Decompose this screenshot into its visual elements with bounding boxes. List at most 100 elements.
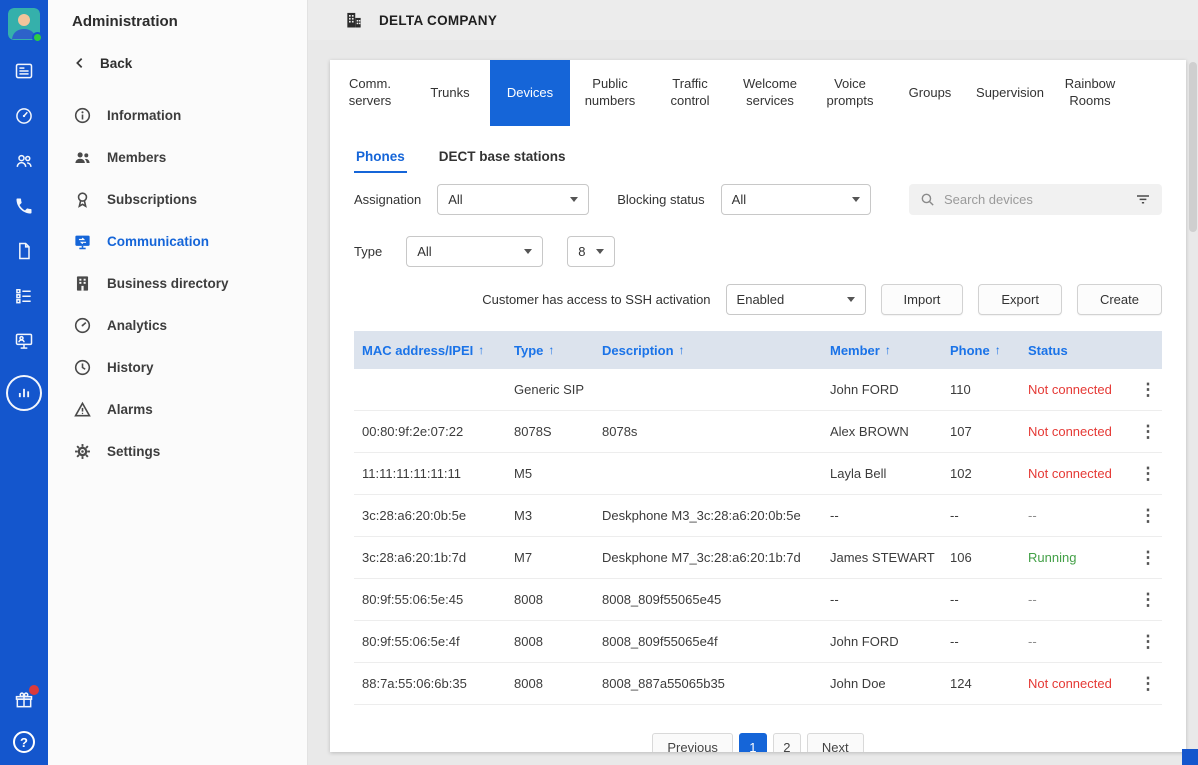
column-label: Phone bbox=[950, 343, 990, 358]
tab-groups[interactable]: Groups bbox=[890, 60, 970, 126]
column-header-type[interactable]: Type↑ bbox=[506, 343, 594, 358]
sidebar-item-members[interactable]: Members bbox=[48, 136, 307, 178]
column-header-description[interactable]: Description ↑ bbox=[594, 343, 822, 358]
history-icon bbox=[72, 357, 92, 377]
tab-voice-prompts[interactable]: Voice prompts bbox=[810, 60, 890, 126]
filter-icon[interactable] bbox=[1134, 190, 1152, 208]
company-header: DELTA COMPANY bbox=[308, 0, 1198, 40]
files-icon[interactable] bbox=[13, 240, 35, 262]
tab-trunks[interactable]: Trunks bbox=[410, 60, 490, 126]
contacts-icon[interactable] bbox=[13, 150, 35, 172]
feed-icon[interactable] bbox=[13, 60, 35, 82]
blocking-status-label: Blocking status bbox=[617, 192, 704, 207]
warning-icon bbox=[72, 399, 92, 419]
cell-phone: 102 bbox=[942, 466, 1020, 481]
row-menu-button[interactable]: ⋮ bbox=[1134, 502, 1162, 530]
cell-phone: -- bbox=[942, 508, 1020, 523]
assignation-select[interactable]: All bbox=[437, 184, 589, 215]
info-icon bbox=[72, 105, 92, 125]
tab-traffic-control[interactable]: Traffic control bbox=[650, 60, 730, 126]
cell-mac: 80:9f:55:06:5e:4f bbox=[354, 634, 506, 649]
cell-phone: 124 bbox=[942, 676, 1020, 691]
communication-icon bbox=[72, 231, 92, 251]
calls-icon[interactable] bbox=[13, 195, 35, 217]
row-menu-button[interactable]: ⋮ bbox=[1134, 544, 1162, 572]
ssh-access-label: Customer has access to SSH activation bbox=[482, 292, 710, 307]
gift-icon[interactable] bbox=[13, 689, 35, 711]
pagination-next-button[interactable]: Next bbox=[807, 733, 864, 752]
notification-dot bbox=[29, 685, 39, 695]
tab-rainbow-rooms[interactable]: Rainbow Rooms bbox=[1050, 60, 1130, 126]
search-input[interactable] bbox=[944, 192, 1126, 207]
help-icon[interactable]: ? bbox=[13, 731, 35, 753]
column-label: Description bbox=[602, 343, 674, 358]
column-header-status[interactable]: Status bbox=[1020, 343, 1124, 358]
sidebar-item-business-directory[interactable]: Business directory bbox=[48, 262, 307, 304]
row-menu-button[interactable]: ⋮ bbox=[1134, 628, 1162, 656]
sort-asc-icon: ↑ bbox=[679, 343, 685, 357]
create-button[interactable]: Create bbox=[1077, 284, 1162, 315]
sidebar-item-subscriptions[interactable]: Subscriptions bbox=[48, 178, 307, 220]
back-button[interactable]: Back bbox=[48, 42, 307, 84]
row-menu-button[interactable]: ⋮ bbox=[1134, 586, 1162, 614]
tab-public-numbers[interactable]: Public numbers bbox=[570, 60, 650, 126]
cell-member: James STEWART bbox=[822, 550, 942, 565]
tab-comm-servers[interactable]: Comm. servers bbox=[330, 60, 410, 126]
cell-description: Deskphone M7_3c:28:a6:20:1b:7d bbox=[594, 550, 822, 565]
table-row: 00:80:9f:2e:07:22 8078S 8078s Alex BROWN… bbox=[354, 411, 1162, 453]
cell-mac: 3c:28:a6:20:0b:5e bbox=[354, 508, 506, 523]
sort-asc-icon: ↑ bbox=[478, 343, 484, 357]
sidebar-item-history[interactable]: History bbox=[48, 346, 307, 388]
filter-row-1: Assignation All Blocking status All bbox=[354, 182, 1162, 216]
column-header-member[interactable]: Member↑ bbox=[822, 343, 942, 358]
section-tabs: Comm. servers Trunks Devices Public numb… bbox=[330, 60, 1186, 126]
sort-asc-icon: ↑ bbox=[995, 343, 1001, 357]
tab-devices[interactable]: Devices bbox=[490, 60, 570, 126]
cell-member: John Doe bbox=[822, 676, 942, 691]
column-label: Type bbox=[514, 343, 543, 358]
column-label: MAC address/IPEI bbox=[362, 343, 473, 358]
table-body: Generic SIP John FORD 110 Not connected … bbox=[330, 369, 1186, 705]
pagination-page-1[interactable]: 1 bbox=[739, 733, 767, 752]
type-select[interactable]: All bbox=[406, 236, 543, 267]
row-menu-button[interactable]: ⋮ bbox=[1134, 460, 1162, 488]
gauge-icon bbox=[72, 315, 92, 335]
subtab-dect-base-stations[interactable]: DECT base stations bbox=[437, 140, 568, 173]
pagination-previous-button[interactable]: Previous bbox=[652, 733, 733, 752]
sidebar-item-settings[interactable]: Settings bbox=[48, 430, 307, 472]
tab-supervision[interactable]: Supervision bbox=[970, 60, 1050, 126]
row-menu-button[interactable]: ⋮ bbox=[1134, 418, 1162, 446]
user-avatar[interactable] bbox=[8, 8, 40, 40]
cell-member: Alex BROWN bbox=[822, 424, 942, 439]
row-menu-button[interactable]: ⋮ bbox=[1134, 670, 1162, 698]
company-name: DELTA COMPANY bbox=[379, 13, 497, 28]
sidebar-item-analytics[interactable]: Analytics bbox=[48, 304, 307, 346]
sidebar-item-information[interactable]: Information bbox=[48, 94, 307, 136]
sidebar-item-label: Alarms bbox=[107, 402, 153, 417]
page-size-select[interactable]: 8 bbox=[567, 236, 615, 267]
type-value: All bbox=[417, 244, 431, 259]
ssh-access-select[interactable]: Enabled bbox=[726, 284, 866, 315]
sidebar-item-label: Communication bbox=[107, 234, 209, 249]
tab-welcome-services[interactable]: Welcome services bbox=[730, 60, 810, 126]
column-header-phone[interactable]: Phone ↑ bbox=[942, 343, 1020, 358]
vertical-scrollbar-thumb[interactable] bbox=[1189, 62, 1197, 232]
chevron-down-icon bbox=[596, 249, 604, 254]
sidebar-item-label: Settings bbox=[107, 444, 160, 459]
blocking-status-select[interactable]: All bbox=[721, 184, 871, 215]
import-button[interactable]: Import bbox=[881, 284, 964, 315]
sidebar-item-communication[interactable]: Communication bbox=[48, 220, 307, 262]
scroll-corner bbox=[1182, 749, 1198, 765]
tasks-icon[interactable] bbox=[13, 285, 35, 307]
export-button[interactable]: Export bbox=[978, 284, 1062, 315]
column-header-mac[interactable]: MAC address/IPEI ↑ bbox=[354, 343, 506, 358]
sidebar-item-alarms[interactable]: Alarms bbox=[48, 388, 307, 430]
administration-icon[interactable] bbox=[6, 375, 42, 411]
meetings-icon[interactable] bbox=[13, 330, 35, 352]
channels-icon[interactable] bbox=[13, 105, 35, 127]
assignation-value: All bbox=[448, 192, 462, 207]
pagination-page-2[interactable]: 2 bbox=[773, 733, 801, 752]
row-menu-button[interactable]: ⋮ bbox=[1134, 376, 1162, 404]
cell-description: 8008_809f55065e45 bbox=[594, 592, 822, 607]
subtab-phones[interactable]: Phones bbox=[354, 140, 407, 173]
